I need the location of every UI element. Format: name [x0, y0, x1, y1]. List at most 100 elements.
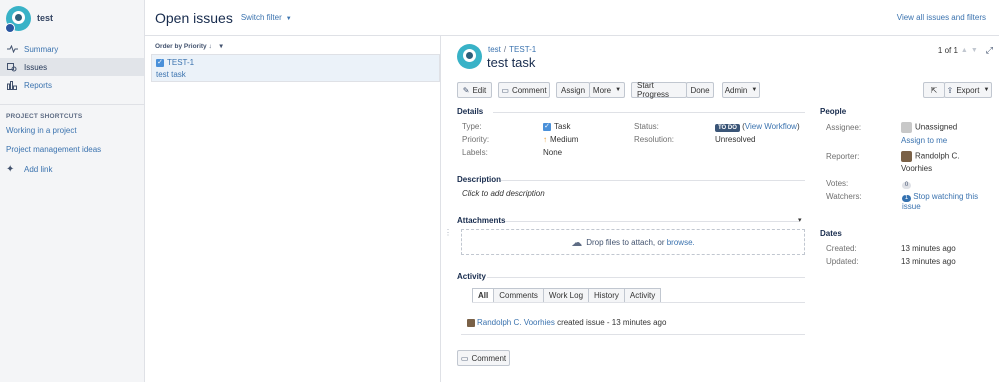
status-badge[interactable]: TO DO	[715, 124, 740, 132]
add-comment-label: Comment	[471, 353, 507, 363]
created-label: Created:	[826, 244, 857, 253]
switch-filter-dropdown[interactable]: Switch filter ▼	[241, 13, 292, 22]
reporter-text-line2: Voorhies	[901, 164, 933, 173]
chevron-down-icon[interactable]: ▾	[220, 43, 223, 50]
description-placeholder[interactable]: Click to add description	[462, 189, 545, 198]
sidebar-item-reports[interactable]: Reports	[0, 76, 144, 94]
issues-header: Open issues Switch filter ▼ View all issu…	[145, 0, 999, 36]
add-link-label: Add link	[24, 165, 53, 174]
issue-key: TEST-1	[167, 58, 195, 67]
order-by-control[interactable]: Order by Priority ↓ ▾	[151, 36, 440, 54]
add-comment-button[interactable]: ▭ Comment	[457, 350, 510, 366]
assign-button[interactable]: Assign	[556, 82, 590, 98]
page-title: Open issues	[155, 9, 233, 26]
divider	[493, 112, 805, 113]
chart-icon	[6, 80, 18, 90]
sidebar-item-label: Summary	[24, 44, 59, 54]
votes-value[interactable]: 0	[902, 179, 911, 189]
comment-button[interactable]: ▭ Comment	[498, 82, 550, 98]
start-progress-button[interactable]: Start Progress	[631, 81, 687, 99]
edit-button[interactable]: ✎ Edit	[457, 82, 492, 98]
attachments-menu-icon[interactable]: ▾	[798, 216, 802, 224]
pager-count: 1 of 1	[937, 46, 958, 55]
issue-detail: test / TEST-1 test task 1 of 1 ▲ ▼ ⤢ ✎ Edit…	[447, 36, 999, 382]
project-header: test	[0, 0, 144, 36]
divider	[461, 334, 805, 335]
issue-title[interactable]: test task	[487, 55, 535, 70]
divider	[505, 221, 799, 222]
sidebar-item-summary[interactable]: Summary	[0, 40, 144, 58]
stop-watching-link-line2[interactable]: issue	[902, 202, 921, 211]
tab-history[interactable]: History	[589, 288, 625, 303]
task-icon: ✓	[543, 122, 551, 131]
plus-icon: ✦	[6, 164, 15, 175]
assign-to-me-link[interactable]: Assign to me	[901, 136, 947, 145]
project-avatar[interactable]	[5, 5, 31, 33]
watchers-label: Watchers:	[826, 192, 862, 201]
admin-button[interactable]: Admin ▼	[722, 82, 760, 98]
project-sidebar: test Summary Issues Reports PROJECT SHOR…	[0, 0, 145, 382]
more-button-label: More	[592, 85, 612, 95]
done-button-label: Done	[690, 85, 710, 95]
sidebar-item-label: Issues	[24, 62, 48, 72]
chevron-down-icon: ▼	[285, 16, 292, 22]
reporter-value[interactable]: Randolph C.	[901, 151, 959, 162]
export-button[interactable]: ⇪ Export ▼	[944, 82, 992, 98]
chevron-down-icon: ▼	[751, 87, 758, 93]
tab-comments[interactable]: Comments	[494, 288, 544, 303]
status-label: Status:	[634, 122, 659, 131]
attachments-header: Attachments	[457, 216, 506, 225]
updated-value: 13 minutes ago	[901, 257, 956, 266]
comment-icon: ▭	[501, 85, 509, 95]
watchers-count-badge[interactable]: 1	[902, 195, 911, 202]
switch-filter-label: Switch filter	[240, 13, 282, 22]
breadcrumb-project[interactable]: test	[488, 45, 501, 54]
activity-header: Activity	[457, 272, 486, 281]
tab-all[interactable]: All	[472, 288, 495, 303]
attachment-dropzone[interactable]: ☁ Drop files to attach, or browse.	[461, 229, 805, 255]
people-header: People	[820, 107, 847, 116]
breadcrumb-issue-key[interactable]: TEST-1	[509, 45, 536, 54]
project-avatar[interactable]	[457, 44, 482, 69]
sidebar-item-issues[interactable]: Issues	[0, 58, 144, 76]
issue-list-panel: Order by Priority ↓ ▾ ✓ TEST-1 test task	[151, 36, 441, 382]
admin-button-label: Admin	[724, 85, 748, 95]
expand-icon[interactable]: ⤢	[986, 45, 993, 56]
reporter-text: Randolph C.	[915, 151, 960, 161]
chevron-down-icon: ▼	[615, 87, 622, 93]
start-progress-button-label: Start Progress	[637, 81, 670, 99]
project-name[interactable]: test	[37, 13, 53, 23]
issues-icon	[6, 62, 18, 72]
assign-button-label: Assign	[561, 85, 586, 95]
share-icon: ⇱	[930, 85, 938, 95]
shortcut-link[interactable]: Project management ideas	[0, 139, 144, 158]
view-workflow-link[interactable]: View Workflow	[745, 122, 797, 131]
done-button[interactable]: Done	[686, 82, 714, 98]
type-label: Type:	[462, 122, 482, 131]
tab-work-log[interactable]: Work Log	[543, 288, 590, 303]
browse-link[interactable]: browse.	[667, 238, 695, 247]
watchers-value: 1 Stop watching this	[902, 192, 978, 202]
activity-user-link[interactable]: Randolph C. Voorhies	[477, 318, 555, 327]
more-button[interactable]: More ▼	[589, 82, 625, 98]
sort-arrow-icon[interactable]: ↓	[208, 43, 211, 50]
share-button[interactable]: ⇱	[923, 82, 945, 98]
labels-value[interactable]: None	[543, 148, 562, 157]
edit-button-label: Edit	[472, 85, 487, 95]
dates-header: Dates	[820, 229, 842, 238]
assignee-text: Unassigned	[915, 122, 958, 132]
view-all-issues-link[interactable]: View all issues and filters	[897, 13, 986, 22]
assignee-value[interactable]: Unassigned	[901, 122, 957, 133]
next-arrow-icon[interactable]: ▼	[971, 47, 978, 54]
shortcut-link[interactable]: Working in a project	[0, 120, 144, 139]
previous-arrow-icon[interactable]: ▲	[961, 47, 968, 54]
stop-watching-link[interactable]: Stop watching this	[913, 192, 978, 201]
created-value: 13 minutes ago	[901, 244, 956, 253]
priority-value: ↑ Medium	[543, 135, 578, 144]
export-button-label: Export	[956, 85, 980, 95]
drop-text: Drop files to attach, or	[586, 237, 665, 247]
list-item[interactable]: ✓ TEST-1 test task	[151, 54, 440, 82]
divider	[472, 302, 805, 303]
add-link-button[interactable]: ✦ Add link	[0, 158, 144, 181]
tab-activity[interactable]: Activity	[624, 288, 662, 303]
